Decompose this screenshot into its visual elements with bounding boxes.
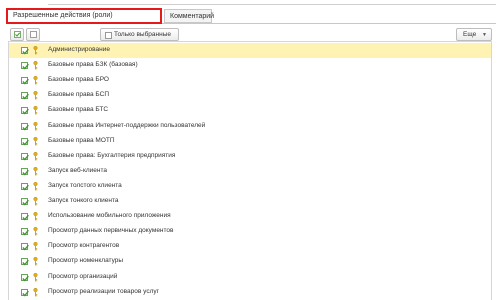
role-checkbox[interactable] <box>21 92 29 100</box>
role-checkbox[interactable] <box>21 258 29 266</box>
list-item[interactable]: Базовые права БЗК (базовая) <box>9 58 491 73</box>
more-button[interactable]: Еще ▼ <box>456 28 492 41</box>
key-icon <box>33 272 38 282</box>
key-icon <box>33 212 38 221</box>
list-item[interactable]: Запуск веб-клиента <box>9 164 491 179</box>
role-checkbox[interactable] <box>21 243 29 251</box>
role-checkbox[interactable] <box>21 182 29 191</box>
key-icon <box>33 242 38 251</box>
list-item[interactable]: Базовые права БТС <box>9 103 491 118</box>
only-selected-label: Только выбранные <box>114 31 171 38</box>
list-item[interactable]: Базовые права БРО <box>9 73 491 88</box>
only-selected-toggle[interactable]: Только выбранные <box>100 28 179 41</box>
list-item[interactable]: Базовые права: Бухгалтерия предприятия <box>9 149 491 164</box>
role-label: Базовые права БТС <box>48 106 109 114</box>
role-checkbox[interactable] <box>21 213 29 221</box>
role-checkbox[interactable] <box>21 77 29 85</box>
key-icon <box>33 91 38 100</box>
check-all-button[interactable] <box>10 28 24 41</box>
list-item[interactable]: Базовые права МОТП <box>9 134 491 149</box>
role-checkbox[interactable] <box>21 107 29 115</box>
chevron-down-icon: ▼ <box>482 32 487 38</box>
list-item[interactable]: Базовые права Интернет-поддержки пользов… <box>9 119 491 134</box>
tab-roles[interactable]: Разрешенные действия (роли) <box>6 8 162 24</box>
role-label: Просмотр организаций <box>48 272 118 280</box>
role-label: Просмотр реализации товаров услуг <box>48 287 159 295</box>
role-label: Использование мобильного приложения <box>48 212 171 220</box>
key-icon <box>33 227 38 236</box>
role-checkbox[interactable] <box>21 198 29 206</box>
role-label: Запуск веб-клиента <box>48 166 108 174</box>
list-item[interactable]: Просмотр номенклатуры <box>9 254 491 269</box>
role-label: Запуск тонкого клиента <box>48 197 119 204</box>
key-icon <box>33 257 38 266</box>
more-label: Еще <box>463 31 477 38</box>
list-item[interactable]: Запуск тонкого клиента <box>9 194 491 209</box>
role-checkbox[interactable] <box>21 62 29 70</box>
role-label: Базовые права БЗК (базовая) <box>48 61 138 69</box>
role-checkbox[interactable] <box>21 122 29 130</box>
key-icon <box>33 287 38 297</box>
list-item[interactable]: Администрирование <box>9 43 491 58</box>
role-checkbox[interactable] <box>21 228 29 236</box>
key-icon <box>33 151 38 161</box>
role-label: Просмотр номенклатуры <box>48 257 124 265</box>
role-label: Базовые права МОТП <box>48 136 115 144</box>
list-item[interactable]: Запуск толстого клиента <box>9 179 491 194</box>
role-checkbox[interactable] <box>21 288 29 297</box>
key-icon <box>33 76 38 85</box>
role-checkbox[interactable] <box>21 152 29 161</box>
key-icon <box>33 136 38 146</box>
role-checkbox[interactable] <box>21 137 29 146</box>
role-label: Просмотр данных первичных документов <box>48 227 174 235</box>
top-cropped-field <box>0 0 500 7</box>
role-label: Просмотр контрагентов <box>48 242 120 250</box>
list-item[interactable]: Просмотр реализации товаров услуг <box>9 285 491 300</box>
toolbar: Только выбранные Еще ▼ <box>10 28 492 42</box>
role-checkbox[interactable] <box>21 47 29 55</box>
role-label: Запуск толстого клиента <box>48 181 122 189</box>
key-icon <box>33 181 38 191</box>
uncheck-all-icon <box>30 31 37 38</box>
key-icon <box>33 121 38 131</box>
role-checkbox[interactable] <box>21 167 29 176</box>
list-item[interactable]: Просмотр данных первичных документов <box>9 224 491 239</box>
roles-list: Администрирование Базовые права БЗК (базо… <box>8 41 492 300</box>
role-label: Базовые права Интернет-поддержки пользов… <box>48 121 206 129</box>
key-icon <box>33 196 38 206</box>
top-divider <box>48 4 496 5</box>
list-item[interactable]: Базовые права БСП <box>9 88 491 103</box>
key-icon <box>33 61 38 70</box>
role-label: Администрирование <box>48 46 110 53</box>
list-item[interactable]: Просмотр контрагентов <box>9 239 491 254</box>
role-checkbox[interactable] <box>21 273 29 281</box>
key-icon <box>33 45 38 55</box>
key-icon <box>33 106 38 115</box>
key-icon <box>33 166 38 176</box>
role-label: Базовые права БРО <box>48 76 109 84</box>
role-label: Базовые права: Бухгалтерия предприятия <box>48 151 176 159</box>
tab-comment[interactable]: Комментарий <box>164 9 214 23</box>
list-item[interactable]: Просмотр организаций <box>9 270 491 285</box>
role-label: Базовые права БСП <box>48 91 109 99</box>
check-all-icon <box>14 31 21 38</box>
only-selected-checkbox[interactable] <box>105 32 112 39</box>
list-item[interactable]: Использование мобильного приложения <box>9 209 491 224</box>
uncheck-all-button[interactable] <box>26 28 40 41</box>
